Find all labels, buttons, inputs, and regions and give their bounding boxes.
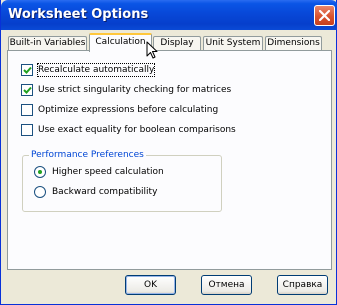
backward-compatibility-label: Backward compatibility (52, 187, 158, 197)
exact-equality-checkbox[interactable] (21, 124, 33, 136)
performance-preferences-title: Performance Preferences (29, 149, 146, 161)
worksheet-options-dialog: Worksheet Options Built-in Variables Cal… (0, 0, 337, 305)
help-button[interactable]: Справка (277, 275, 328, 295)
exact-equality-label: Use exact equality for boolean compariso… (38, 125, 236, 135)
checkmark-icon (23, 66, 32, 74)
calculation-panel: Recalculate automatically Use strict sin… (7, 50, 332, 270)
radio-selected-dot (38, 170, 42, 174)
cancel-button[interactable]: Отмена (201, 275, 252, 295)
strict-singularity-label: Use strict singularity checking for matr… (38, 85, 232, 95)
higher-speed-label: Higher speed calculation (52, 167, 164, 177)
mouse-pointer-icon (146, 41, 158, 63)
tab-calculation[interactable]: Calculation (89, 33, 152, 52)
recalculate-automatically-label: Recalculate automatically (36, 63, 156, 77)
recalculate-automatically-checkbox[interactable] (21, 64, 33, 76)
tab-built-in-variables[interactable]: Built-in Variables (8, 36, 87, 51)
dialog-title: Worksheet Options (8, 7, 149, 22)
close-button[interactable] (314, 5, 335, 26)
title-bar[interactable]: Worksheet Options (1, 0, 337, 30)
optimize-expressions-checkbox[interactable] (21, 104, 33, 116)
performance-preferences-group: Performance Preferences Higher speed cal… (22, 149, 222, 212)
backward-compatibility-radio[interactable] (34, 186, 46, 198)
tab-dimensions[interactable]: Dimensions (265, 36, 322, 51)
optimize-expressions-label: Optimize expressions before calculating (38, 105, 219, 115)
checkmark-icon (23, 86, 32, 94)
tab-display[interactable]: Display (153, 36, 201, 51)
strict-singularity-checkbox[interactable] (21, 84, 33, 96)
higher-speed-radio[interactable] (34, 166, 46, 178)
ok-button[interactable]: OK (125, 275, 176, 295)
tab-unit-system[interactable]: Unit System (203, 36, 263, 51)
